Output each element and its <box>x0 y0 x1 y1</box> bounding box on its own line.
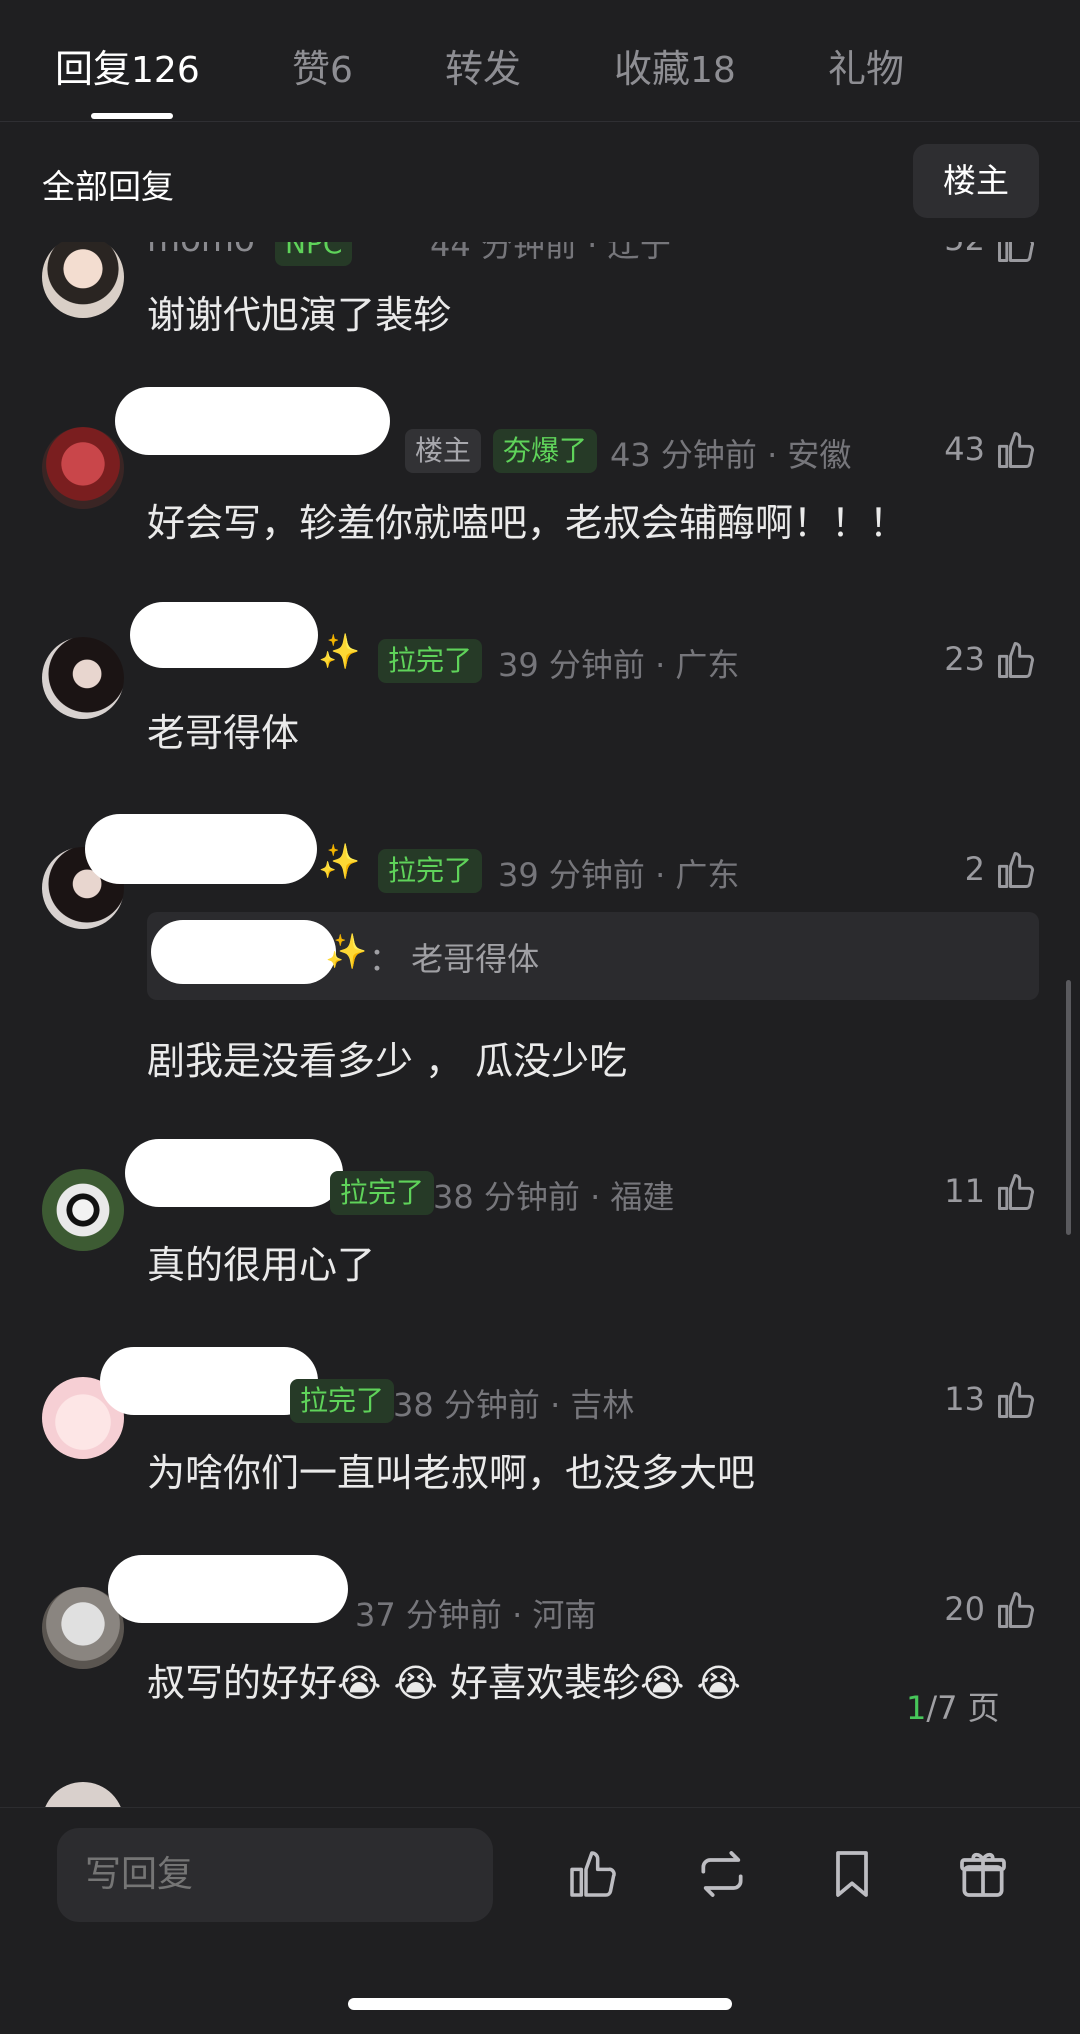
tab-gifts-label: 礼物 <box>828 47 905 91</box>
tab-favorites[interactable]: 收藏18 <box>614 38 736 91</box>
user-badge: 拉完了 <box>290 1379 395 1423</box>
user-badge: 夯爆了 <box>493 429 598 473</box>
tab-likes[interactable]: 赞6 <box>292 38 353 91</box>
quoted-text: ： 老哥得体 <box>369 940 540 978</box>
thumb-up-icon[interactable] <box>994 1170 1038 1214</box>
redacted-username <box>108 1555 348 1623</box>
active-tab-indicator <box>91 113 173 119</box>
thumb-up-icon[interactable] <box>994 1588 1038 1632</box>
comment-item: 楼主 夯爆了 43 分钟前 · 安徽 43 好会写，轸羞你就嗑吧，老叔会辅酶啊！… <box>0 387 1080 592</box>
avatar[interactable] <box>42 1782 124 1807</box>
comment-time-location: 39 分钟前 · 广东 <box>498 646 740 684</box>
owner-badge: 楼主 <box>405 429 482 473</box>
comment-time-location: 44 分钟前 · 辽宁 <box>430 242 672 264</box>
comment-text: 好会写，轸羞你就嗑吧，老叔会辅酶啊！！！ <box>147 501 908 545</box>
total-pages: /7 页 <box>926 1689 1000 1727</box>
bookmark-icon[interactable] <box>824 1846 880 1902</box>
like-count: 23 <box>944 640 985 678</box>
redacted-username <box>125 1139 343 1207</box>
sparkle-icon: ✨ <box>318 842 361 882</box>
tab-replies[interactable]: 回复126 <box>55 38 200 91</box>
comment-text: 谢谢代旭演了裴轸 <box>147 293 452 337</box>
user-badge: NPC <box>275 242 353 266</box>
comment-time-location: 37 分钟前 · 河南 <box>355 1596 597 1634</box>
tab-gifts[interactable]: 礼物 <box>828 38 905 91</box>
user-badge: 拉完了 <box>330 1171 435 1215</box>
comment-text: 老哥得体 <box>147 711 300 755</box>
thumb-up-icon[interactable] <box>565 1846 621 1902</box>
avatar[interactable] <box>42 427 124 509</box>
redacted-username <box>100 1347 318 1415</box>
comment-time-location: 38 分钟前 · 福建 <box>433 1178 675 1216</box>
thumb-up-icon[interactable] <box>994 428 1038 472</box>
like-count: 52 <box>905 242 985 258</box>
like-count: 2 <box>964 850 985 888</box>
like-count: 20 <box>944 1590 985 1628</box>
avatar[interactable] <box>42 637 124 719</box>
comment-text: 叔写的好好😭 😭 好喜欢裴轸😭 😭 <box>147 1661 741 1705</box>
comment-time-location: 43 分钟前 · 安徽 <box>610 436 852 474</box>
comment-time-location: 39 分钟前 · 广东 <box>498 856 740 894</box>
tab-reposts[interactable]: 转发 <box>445 38 522 91</box>
tab-likes-label: 赞 <box>292 47 331 91</box>
thumb-up-icon[interactable] <box>994 242 1038 266</box>
redacted-username <box>130 602 318 668</box>
reply-input[interactable] <box>57 1828 493 1922</box>
tab-likes-count: 6 <box>330 50 353 91</box>
user-badge: 拉完了 <box>378 639 483 683</box>
comment-text: 剧我是没看多少 ， 瓜没少吃 <box>147 1039 628 1083</box>
scrollbar[interactable] <box>1066 980 1071 1235</box>
comment-item: ✨ 拉完了 39 分钟前 · 广东 2 ✨ ： 老哥得体 剧我是没看多少 ， 瓜… <box>0 812 1080 1122</box>
comment-item: momo NPC 44 分钟前 · 辽宁 52 谢谢代旭演了裴轸 <box>0 242 1080 372</box>
thumb-up-icon[interactable] <box>994 848 1038 892</box>
top-tabs: 回复126 赞6 转发 收藏18 礼物 <box>0 0 1080 122</box>
like-count: 13 <box>944 1380 985 1418</box>
tab-reposts-label: 转发 <box>445 47 522 91</box>
page-indicator[interactable]: 1/7 页 <box>906 1683 1000 1729</box>
tab-replies-label: 回复 <box>55 47 132 91</box>
comment-author[interactable]: momo <box>147 242 255 260</box>
all-replies-filter[interactable]: 全部回复 <box>42 160 174 208</box>
avatar[interactable] <box>42 242 124 318</box>
tab-replies-count: 126 <box>131 50 200 91</box>
redacted-username <box>115 387 390 455</box>
like-count: 11 <box>944 1172 985 1210</box>
sparkle-icon: ✨ <box>318 632 361 672</box>
quoted-reply[interactable]: ✨ ： 老哥得体 <box>147 912 1039 1000</box>
repost-icon[interactable] <box>694 1846 750 1902</box>
comment-text: 真的很用心了 <box>147 1243 376 1287</box>
tab-favorites-count: 18 <box>690 50 736 91</box>
comment-time-location: 38 分钟前 · 吉林 <box>393 1386 635 1424</box>
user-badge: 拉完了 <box>378 849 483 893</box>
gift-icon[interactable] <box>955 1846 1011 1902</box>
thumb-up-icon[interactable] <box>994 638 1038 682</box>
comment-list[interactable]: momo NPC 44 分钟前 · 辽宁 52 谢谢代旭演了裴轸 楼主 夯爆了 … <box>0 242 1080 1807</box>
comment-item <box>0 1782 1080 1807</box>
current-page: 1 <box>906 1689 927 1727</box>
like-count: 43 <box>944 430 985 468</box>
bottom-action-bar <box>0 1807 1080 2034</box>
redacted-username <box>151 920 336 984</box>
comment-item: 拉完了 38 分钟前 · 吉林 13 为啥你们一直叫老叔啊，也没多大吧 <box>0 1342 1080 1542</box>
redacted-username <box>85 814 317 884</box>
sparkle-icon: ✨ <box>325 932 368 972</box>
tab-favorites-label: 收藏 <box>614 47 691 91</box>
comment-item: ✨ 拉完了 39 分钟前 · 广东 23 老哥得体 <box>0 602 1080 802</box>
avatar[interactable] <box>42 1169 124 1251</box>
comment-text: 为啥你们一直叫老叔啊，也没多大吧 <box>147 1451 756 1495</box>
thumb-up-icon[interactable] <box>994 1378 1038 1422</box>
owner-only-button[interactable]: 楼主 <box>913 144 1039 218</box>
comment-item: 拉完了 38 分钟前 · 福建 11 真的很用心了 <box>0 1134 1080 1334</box>
home-indicator[interactable] <box>348 1998 732 2010</box>
